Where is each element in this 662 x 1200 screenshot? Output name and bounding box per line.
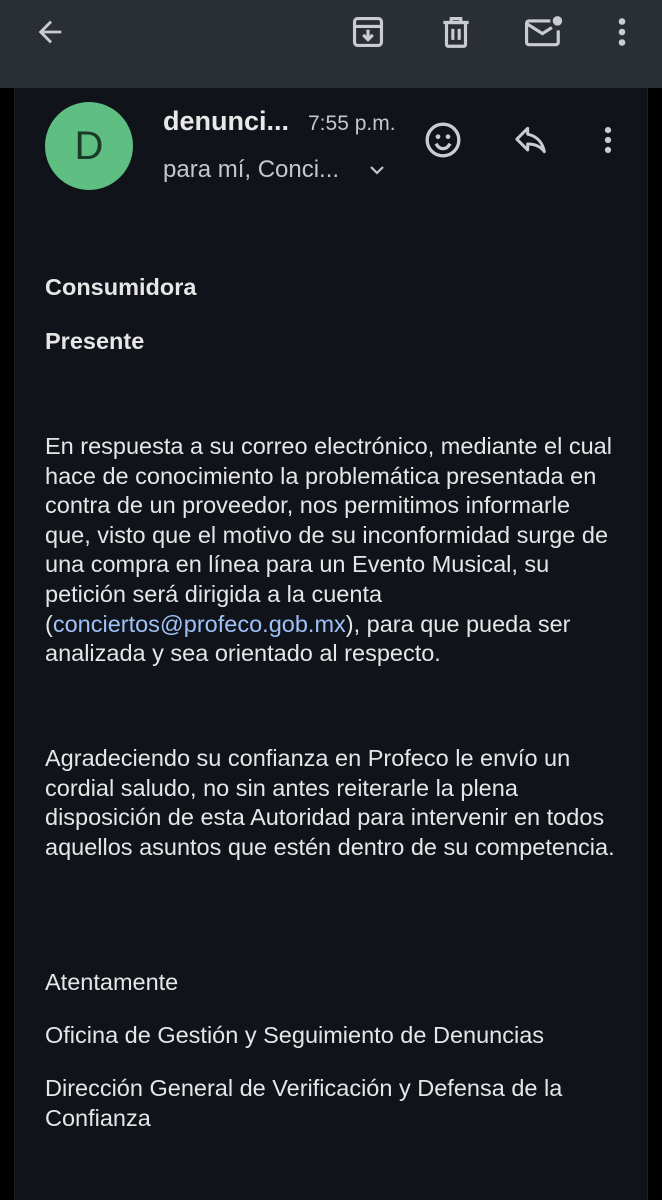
body-paragraph-2: Agradeciendo su confianza en Profeco le … — [45, 745, 615, 860]
mail-unread-icon — [525, 16, 563, 47]
sender-name[interactable]: denunci... — [163, 106, 289, 137]
email-link[interactable]: conciertos@profeco.gob.mx — [53, 611, 346, 637]
avatar-letter: D — [74, 123, 104, 168]
react-emoji-button[interactable] — [419, 116, 467, 164]
direction-name: Dirección General de Verificación y Defe… — [45, 1075, 563, 1131]
body-paragraph-1: En respuesta a su correo electrónico, me… — [45, 432, 615, 669]
message-more-button[interactable] — [584, 116, 632, 164]
message-time: 7:55 p.m. — [308, 112, 396, 135]
office-name: Oficina de Gestión y Seguimiento de Denu… — [45, 1022, 545, 1048]
more-vert-icon — [618, 18, 626, 46]
back-button[interactable] — [24, 6, 76, 58]
paragraph-1-text-a: En respuesta a su correo electrónico, me… — [45, 433, 612, 637]
more-options-button[interactable] — [596, 6, 648, 58]
email-message: D denunci... 7:55 p.m. para mí, Conci...… — [14, 88, 648, 1200]
greeting-line-1: Consumidora — [45, 274, 197, 300]
reply-button[interactable] — [507, 116, 555, 164]
smiley-icon — [425, 122, 461, 158]
chevron-down-icon[interactable] — [365, 158, 389, 182]
recipients-summary[interactable]: para mí, Conci... — [163, 156, 339, 184]
signoff: Atentamente — [45, 969, 179, 995]
mark-unread-button[interactable] — [518, 6, 570, 58]
archive-icon — [352, 16, 384, 48]
delete-button[interactable] — [430, 6, 482, 58]
archive-button[interactable] — [342, 6, 394, 58]
greeting-line-2: Presente — [45, 328, 145, 354]
sender-avatar[interactable]: D — [45, 102, 133, 190]
arrow-back-icon — [38, 20, 62, 44]
reply-icon — [515, 126, 546, 154]
more-vert-icon — [604, 126, 612, 154]
app-toolbar — [0, 0, 662, 88]
trash-icon — [443, 16, 469, 48]
